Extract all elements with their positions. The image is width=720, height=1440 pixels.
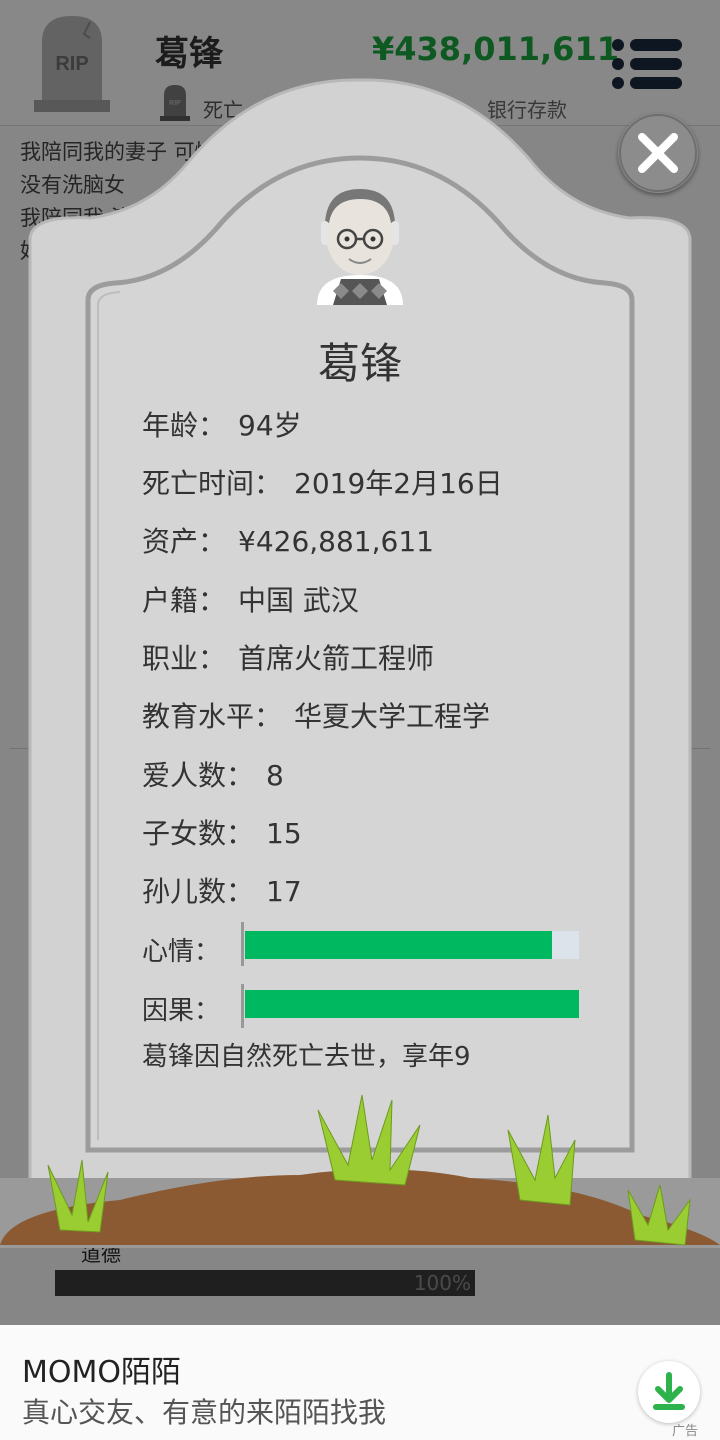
info-label: 孙儿数： xyxy=(142,875,255,908)
info-value: 15 xyxy=(266,817,302,850)
info-value: 94岁 xyxy=(238,409,302,442)
info-value: 2019年2月16日 xyxy=(294,467,503,500)
mood-label: 心情： xyxy=(142,937,221,967)
close-icon xyxy=(619,114,697,192)
info-label: 爱人数： xyxy=(142,759,255,792)
avatar xyxy=(311,183,409,305)
info-label: 死亡时间： xyxy=(142,467,283,500)
info-death-date: 死亡时间： 2019年2月16日 xyxy=(142,462,503,502)
karma-tick xyxy=(241,984,244,1028)
karma-bar-fill xyxy=(245,990,579,1018)
info-label: 教育水平： xyxy=(142,700,283,733)
karma-label: 因果： xyxy=(142,996,221,1026)
download-icon xyxy=(653,1372,685,1410)
info-value: 华夏大学工程学 xyxy=(294,700,491,733)
info-age: 年龄： 94岁 xyxy=(142,404,302,444)
info-value: 中国 武汉 xyxy=(238,584,359,617)
ad-banner[interactable]: MOMO陌陌 真心交友、有意的来陌陌找我 xyxy=(0,1325,720,1440)
karma-bar xyxy=(245,990,579,1018)
epitaph-text: 葛锋因自然死亡去世，享年9 xyxy=(142,1042,471,1072)
info-label: 职业： xyxy=(142,642,227,675)
ad-badge: 广告 xyxy=(672,1424,699,1439)
close-button[interactable] xyxy=(618,113,698,193)
info-label: 年龄： xyxy=(142,409,227,442)
info-value: ¥426,881,611 xyxy=(238,525,434,558)
tombstone-dialog: 葛锋 年龄： 94岁 死亡时间： 2019年2月16日 资产： ¥426,881,61… xyxy=(0,0,720,1260)
info-education: 教育水平： 华夏大学工程学 xyxy=(142,695,490,735)
info-occupation: 职业： 首席火箭工程师 xyxy=(142,637,434,677)
mood-bar-fill xyxy=(245,931,553,959)
info-label: 资产： xyxy=(142,525,227,558)
info-value: 8 xyxy=(266,759,284,792)
download-button[interactable] xyxy=(638,1361,700,1423)
deceased-name: 葛锋 xyxy=(317,339,402,388)
info-label: 户籍： xyxy=(142,584,227,617)
info-grandchildren: 孙儿数： 17 xyxy=(142,870,302,910)
info-value: 首席火箭工程师 xyxy=(238,642,435,675)
info-spouses: 爱人数： 8 xyxy=(142,754,284,794)
info-assets: 资产： ¥426,881,611 xyxy=(142,520,434,560)
mood-bar xyxy=(245,931,579,959)
info-hometown: 户籍： 中国 武汉 xyxy=(142,579,359,619)
info-value: 17 xyxy=(266,875,302,908)
mood-tick xyxy=(241,922,244,966)
info-children: 子女数： 15 xyxy=(142,812,302,852)
ad-title: MOMO陌陌 xyxy=(22,1355,181,1390)
ad-subtitle: 真心交友、有意的来陌陌找我 xyxy=(22,1396,387,1429)
info-label: 子女数： xyxy=(142,817,255,850)
